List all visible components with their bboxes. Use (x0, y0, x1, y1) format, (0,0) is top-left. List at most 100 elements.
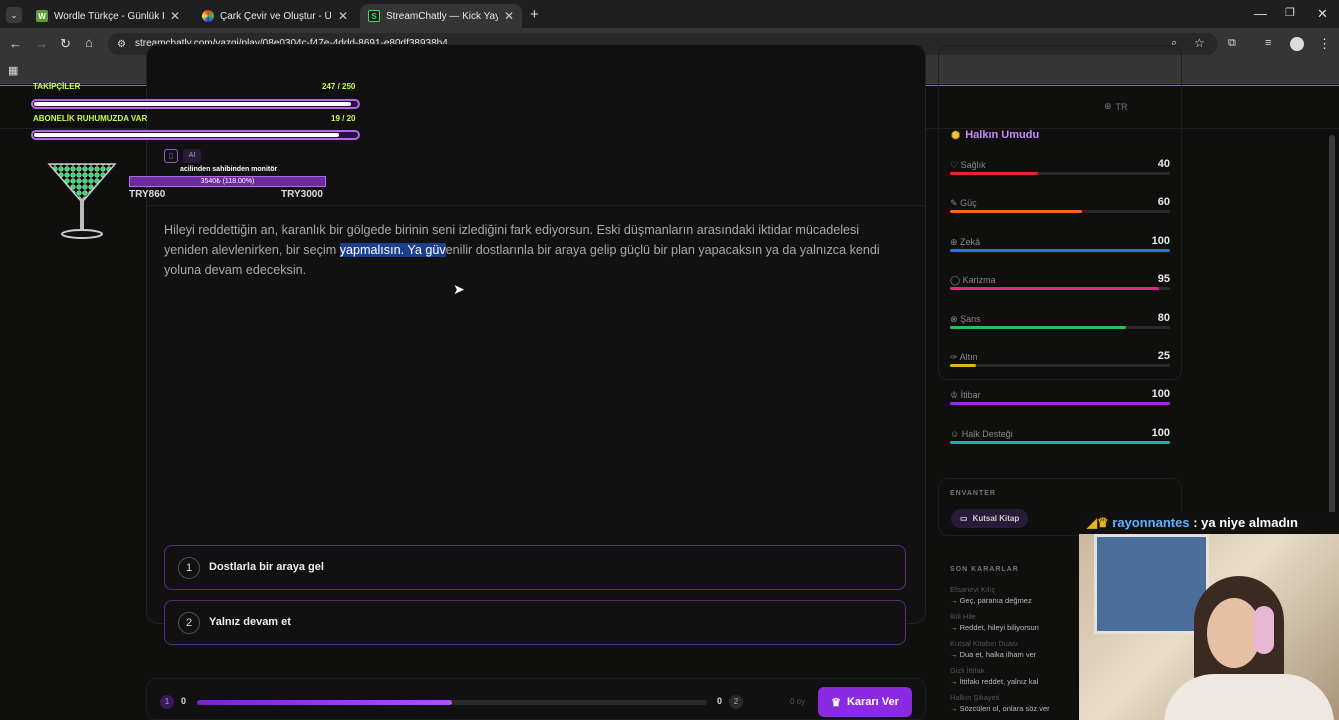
followers-label: TAKİPÇİLER (33, 82, 81, 91)
story-text-selection: yapmalısın. Ya güv (339, 243, 446, 257)
stat-name: ♡ Sağlık (950, 160, 986, 170)
stat-name: ⊗ Şans (950, 313, 981, 324)
stat-track (950, 364, 1170, 367)
vote-split-fill (197, 700, 452, 705)
ai-badge: AI (183, 149, 201, 163)
vote-split-track (197, 700, 707, 705)
menu-icon[interactable]: ⋮ (1318, 37, 1331, 50)
tab-cark-cevir[interactable]: Çark Çevir ve Oluştur - Ücretsiz ✕ (194, 4, 356, 28)
chat-message: ◢♛ rayonnantes : ya niye almadın (1081, 512, 1339, 534)
tab-title: Çark Çevir ve Oluştur - Ücretsiz (220, 10, 332, 22)
close-tab-icon[interactable]: ✕ (504, 9, 514, 23)
donation-goal-bar: 3540₺ (118.00%) (129, 176, 326, 187)
followers-progress-bar (31, 99, 360, 109)
sub-progress-fill (34, 133, 339, 137)
stats-title: Halkın Umudu (965, 129, 1040, 141)
chat-text: : ya niye almadın (1189, 515, 1298, 530)
wall-painting (1094, 534, 1209, 634)
back-icon[interactable]: ← (9, 37, 22, 50)
history-item: Efsanevi Kılıç → Geç, paranıa değmez (950, 584, 1032, 606)
tab-streamchatly[interactable]: S StreamChatly — Kick Yayıncıları ✕ (360, 4, 522, 28)
option-number: 2 (178, 612, 200, 634)
sub-goal-value: 19 / 20 (331, 114, 356, 123)
webcam-overlay (1079, 534, 1339, 720)
stat-fill (950, 172, 1038, 175)
tab-title: StreamChatly — Kick Yayıncıları (386, 10, 498, 22)
media-icon[interactable]: ≡ (1265, 37, 1271, 50)
sub-goal-label: ABONELİK RUHUMUZDA VAR (33, 114, 148, 123)
stat-fill (950, 287, 1159, 291)
bookmark-star-icon[interactable]: ☆ (1194, 37, 1205, 50)
stat-name: ✑ Altın (950, 352, 978, 362)
history-choice: → Reddet, hileyi biliyorsun (950, 623, 1039, 632)
forward-icon[interactable]: → (35, 37, 48, 50)
headphones (1254, 606, 1274, 654)
close-tab-icon[interactable]: ✕ (338, 9, 348, 23)
close-window-icon[interactable]: ✕ (1317, 7, 1328, 20)
profile-avatar[interactable] (1290, 37, 1304, 51)
apps-grid-icon[interactable]: ▦ (8, 65, 18, 78)
history-choice: → Geç, paranıa değmez (950, 596, 1032, 605)
option-2-button[interactable]: 2 Yalnız devam et (164, 600, 906, 645)
home-icon[interactable]: ⌂ (85, 36, 93, 49)
stat-fill (950, 325, 1126, 329)
extensions-icon[interactable]: ⧉ (1228, 37, 1236, 50)
wordle-favicon-icon: W (36, 10, 48, 22)
history-title: SON KARARLAR (950, 566, 1019, 573)
stat-name: ◯ Karizma (950, 275, 996, 286)
option-label: Dostlarla bir araya gel (209, 561, 324, 573)
chat-username: rayonnantes (1112, 515, 1190, 530)
restore-icon[interactable]: ❐ (1285, 7, 1295, 20)
streamchatly-favicon-icon: S (368, 10, 380, 22)
stat-track (950, 402, 1170, 406)
stat-icon: ◯ (950, 275, 961, 286)
option-2-vote-badge: 2 (729, 695, 743, 709)
option-1-button[interactable]: 1 Dostlarla bir araya gel (164, 545, 906, 590)
martini-glass-logo (46, 160, 118, 242)
stat-fill (950, 248, 1170, 252)
stat-row: ⊕ Zekâ 100 (950, 235, 1170, 267)
inventory-title: ENVANTER (950, 490, 996, 497)
tab-search-chevron-icon[interactable]: ⌄ (6, 7, 22, 23)
stat-row: ✎ Güç 60 (950, 196, 1170, 228)
stat-value: 80 (1157, 311, 1170, 324)
site-info-icon[interactable]: ⚙ (117, 38, 126, 51)
new-tab-button[interactable]: + (530, 7, 539, 22)
history-item: Halkın Şikayeti → Sözcüleri ol, onlara sö… (950, 692, 1050, 714)
stat-row: ✑ Altın 25 (950, 350, 1170, 382)
stat-value: 100 (1151, 426, 1170, 439)
stat-track (950, 248, 1170, 252)
followers-value: 247 / 250 (322, 82, 356, 91)
donation-goal-max: TRY3000 (281, 189, 323, 200)
stat-row: ◯ Karizma 95 (950, 273, 1170, 305)
tab-wordle[interactable]: W Wordle Türkçe - Günlük Kelime ✕ (28, 4, 188, 28)
wheel-favicon-icon (202, 10, 214, 22)
stat-name: ♔ İtibar (950, 390, 981, 401)
close-tab-icon[interactable]: ✕ (170, 9, 180, 23)
book-icon: ▯ (164, 149, 178, 163)
stat-value: 60 (1157, 196, 1170, 209)
option-number: 1 (178, 557, 200, 579)
stat-fill (950, 210, 1082, 214)
crown-icon: ♛ (831, 696, 841, 709)
inventory-item-chip[interactable]: ▭ Kutsal Kitap (951, 509, 1029, 528)
history-event: Efsanevi Kılıç (950, 585, 996, 594)
history-item: Gizli İttifak → İttifakı reddet, yalnız k… (950, 665, 1038, 687)
stat-track (950, 287, 1170, 291)
option-1-votes: 0 (181, 696, 187, 706)
stat-row: ♡ Sağlık 40 (950, 158, 1170, 190)
badge-icon: ◢♛ (1087, 515, 1109, 530)
stat-track (950, 325, 1170, 329)
story-text: Hileyi reddettiğin an, karanlık bir gölg… (164, 220, 894, 280)
streamer-face (1207, 598, 1261, 668)
tab-title: Wordle Türkçe - Günlük Kelime (54, 10, 164, 22)
history-choice: → İttifakı reddet, yalnız kal (950, 677, 1039, 686)
history-item: İkili Hile → Reddet, hileyi biliyorsun (950, 611, 1039, 633)
decide-button[interactable]: ♛ Kararı Ver (818, 687, 912, 717)
stat-name: ✎ Güç (950, 198, 977, 209)
stat-fill (950, 402, 1170, 406)
stat-row: ☺ Halk Desteği 100 (950, 426, 1170, 459)
story-divider (146, 205, 926, 206)
minimize-icon[interactable]: — (1254, 7, 1267, 20)
reload-icon[interactable]: ↻ (60, 37, 71, 50)
